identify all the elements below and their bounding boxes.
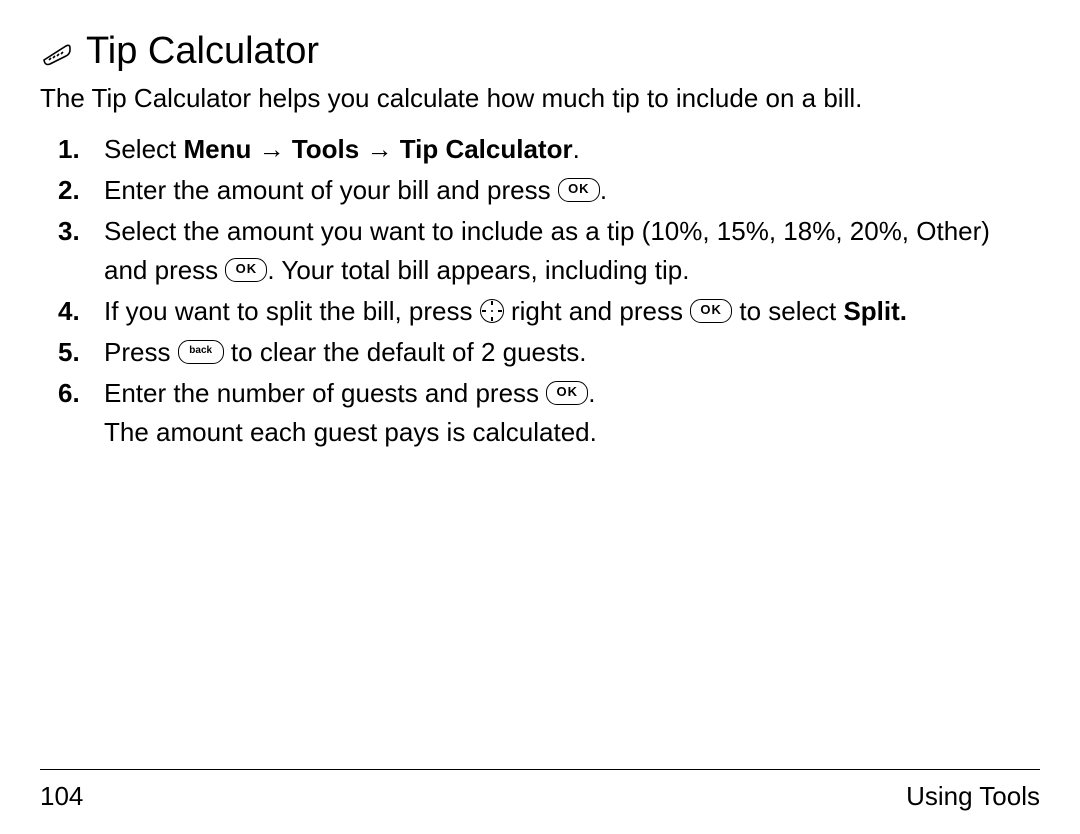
step-text: Select	[104, 134, 184, 164]
step-text: right and press	[504, 296, 690, 326]
step-text: Enter the number of guests and press	[104, 378, 546, 408]
step-suffix: .	[573, 134, 580, 164]
nav-button-icon	[480, 299, 504, 323]
step-text: to clear the default of 2 guests.	[224, 337, 587, 367]
ok-button-icon: OK	[690, 299, 732, 323]
step-text: Enter the amount of your bill and press	[104, 175, 558, 205]
step-5: Press back to clear the default of 2 gue…	[58, 333, 1040, 372]
step-text: If you want to split the bill, press	[104, 296, 480, 326]
footer-divider	[40, 769, 1040, 770]
back-button-icon: back	[178, 340, 224, 364]
step-text: . Your total bill appears, including tip…	[267, 255, 689, 285]
ok-button-icon: OK	[546, 381, 588, 405]
heading-text: Tip Calculator	[86, 30, 319, 73]
step-2: Enter the amount of your bill and press …	[58, 171, 1040, 210]
ok-button-icon: OK	[558, 178, 600, 202]
menu-path-menu: Menu	[184, 134, 252, 164]
ok-button-icon: OK	[225, 258, 267, 282]
step-3: Select the amount you want to include as…	[58, 212, 1040, 290]
page-footer: 104 Using Tools	[40, 781, 1040, 812]
arrow-icon: →	[359, 134, 399, 164]
intro-paragraph: The Tip Calculator helps you calculate h…	[40, 81, 1040, 116]
section-label: Using Tools	[906, 781, 1040, 812]
step-subtext: The amount each guest pays is calculated…	[104, 413, 1040, 452]
step-text: to select	[732, 296, 843, 326]
menu-path-tools: Tools	[292, 134, 359, 164]
section-heading: Tip Calculator	[40, 30, 1040, 73]
page-number: 104	[40, 781, 83, 812]
step-1: Select Menu → Tools → Tip Calculator.	[58, 130, 1040, 169]
step-6: Enter the number of guests and press OK.…	[58, 374, 1040, 452]
instruction-list: Select Menu → Tools → Tip Calculator. En…	[58, 130, 1040, 452]
step-text: .	[600, 175, 607, 205]
manual-page: Tip Calculator The Tip Calculator helps …	[0, 0, 1080, 834]
step-text: .	[588, 378, 595, 408]
step-4: If you want to split the bill, press rig…	[58, 292, 1040, 331]
step-text: Press	[104, 337, 178, 367]
arrow-icon: →	[251, 134, 291, 164]
split-label: Split.	[843, 296, 907, 326]
tip-calculator-icon	[40, 38, 74, 66]
menu-path-tipcalc: Tip Calculator	[400, 134, 573, 164]
